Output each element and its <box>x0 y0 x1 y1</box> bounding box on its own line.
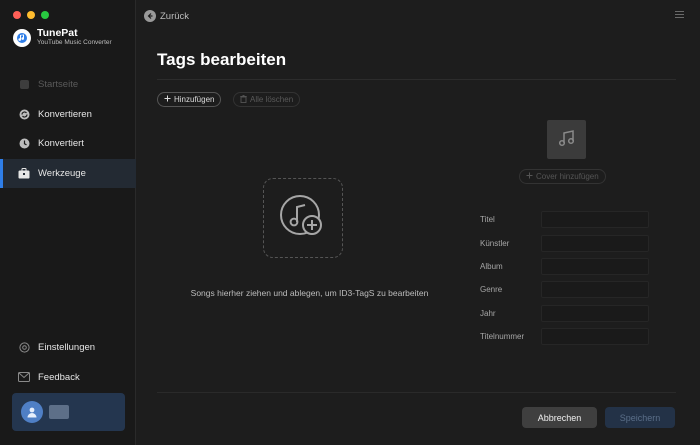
back-button[interactable]: Zurück <box>144 10 189 22</box>
sidebar-item-label: Einstellungen <box>38 342 96 354</box>
field-label: Genre <box>480 285 503 295</box>
gear-icon <box>18 342 30 354</box>
toolbox-icon <box>18 167 30 179</box>
sidebar-item-label: Startseite <box>38 79 79 91</box>
app-subtitle: YouTube Music Converter <box>37 39 112 46</box>
tag-fields: Titel Künstler Album Genre Jahr Titelnum… <box>480 208 655 348</box>
album-input[interactable] <box>541 257 649 275</box>
field-label: Album <box>480 261 503 271</box>
save-button[interactable]: Speichern <box>605 407 675 428</box>
sidebar-item-label: Konvertieren <box>38 108 92 120</box>
page-title: Tags bearbeiten <box>157 50 287 69</box>
field-year: Jahr <box>480 302 655 325</box>
sidebar-bottom-nav: Einstellungen Feedback <box>0 333 136 392</box>
cover-art <box>547 120 586 159</box>
add-cover-label: Cover hinzufügen <box>536 172 599 181</box>
convert-icon <box>18 108 30 120</box>
arrow-left-icon <box>144 10 156 22</box>
title-input[interactable] <box>541 211 649 229</box>
plus-icon <box>164 95 171 104</box>
user-name-placeholder <box>49 405 69 419</box>
plus-icon <box>526 172 533 181</box>
sidebar-item-konvertieren[interactable]: Konvertieren <box>0 100 136 130</box>
sidebar-item-einstellungen[interactable]: Einstellungen <box>0 333 136 363</box>
close-window-button[interactable] <box>13 11 21 19</box>
app-logo-icon <box>13 28 31 47</box>
sidebar-item-konvertiert[interactable]: Konvertiert <box>0 129 136 159</box>
user-icon <box>27 407 37 418</box>
sidebar-item-label: Werkzeuge <box>38 167 86 179</box>
back-label: Zurück <box>160 10 190 22</box>
drop-instructions: Songs hierher ziehen und ablegen, um ID3… <box>190 288 429 298</box>
field-album: Album <box>480 255 655 278</box>
clear-all-label: Alle löschen <box>250 95 294 104</box>
clear-all-button[interactable]: Alle löschen <box>233 92 301 107</box>
field-label: Künstler <box>480 238 510 248</box>
drop-zone[interactable] <box>263 178 343 258</box>
zoom-window-button[interactable] <box>41 11 49 19</box>
field-label: Titelnummer <box>480 332 525 342</box>
window-controls <box>13 11 49 19</box>
app-brand: TunePat YouTube Music Converter <box>13 28 112 47</box>
mail-icon <box>18 371 30 383</box>
add-cover-button[interactable]: Cover hinzufügen <box>519 169 606 184</box>
field-artist: Künstler <box>480 231 655 254</box>
cancel-button[interactable]: Abbrechen <box>522 407 597 428</box>
divider <box>157 79 676 80</box>
main-content: Zurück Tags bearbeiten Hinzufügen Alle l… <box>137 0 700 445</box>
footer-divider <box>157 392 676 393</box>
sidebar-item-feedback[interactable]: Feedback <box>0 363 136 393</box>
field-genre: Genre <box>480 278 655 301</box>
sidebar-nav: Startseite Konvertieren Konvertiert Werk… <box>0 70 136 188</box>
home-icon <box>18 79 30 91</box>
field-track-number: Titelnummer <box>480 325 655 348</box>
add-button-label: Hinzufügen <box>174 95 215 104</box>
minimize-window-button[interactable] <box>27 11 35 19</box>
add-button[interactable]: Hinzufügen <box>157 92 222 107</box>
sidebar-item-werkzeuge[interactable]: Werkzeuge <box>0 158 136 188</box>
sidebar-item-startseite[interactable]: Startseite <box>0 70 136 100</box>
field-label: Titel <box>480 215 495 225</box>
field-label: Jahr <box>480 308 496 318</box>
sidebar-item-label: Konvertiert <box>38 138 84 150</box>
sidebar-item-label: Feedback <box>38 371 80 383</box>
music-note-icon <box>557 128 577 151</box>
app-name: TunePat <box>37 27 78 39</box>
track-number-input[interactable] <box>541 328 649 346</box>
sidebar: TunePat YouTube Music Converter Startsei… <box>0 0 136 445</box>
field-title: Titel <box>480 208 655 231</box>
genre-input[interactable] <box>541 281 649 299</box>
artist-input[interactable] <box>541 234 649 252</box>
hamburger-menu-icon[interactable] <box>675 11 684 20</box>
trash-icon <box>240 94 247 105</box>
year-input[interactable] <box>541 304 649 322</box>
avatar <box>21 401 43 423</box>
music-add-icon <box>278 192 328 245</box>
user-account-card[interactable] <box>12 393 125 431</box>
app-window: TunePat YouTube Music Converter Startsei… <box>0 0 700 445</box>
clock-icon <box>18 138 30 150</box>
